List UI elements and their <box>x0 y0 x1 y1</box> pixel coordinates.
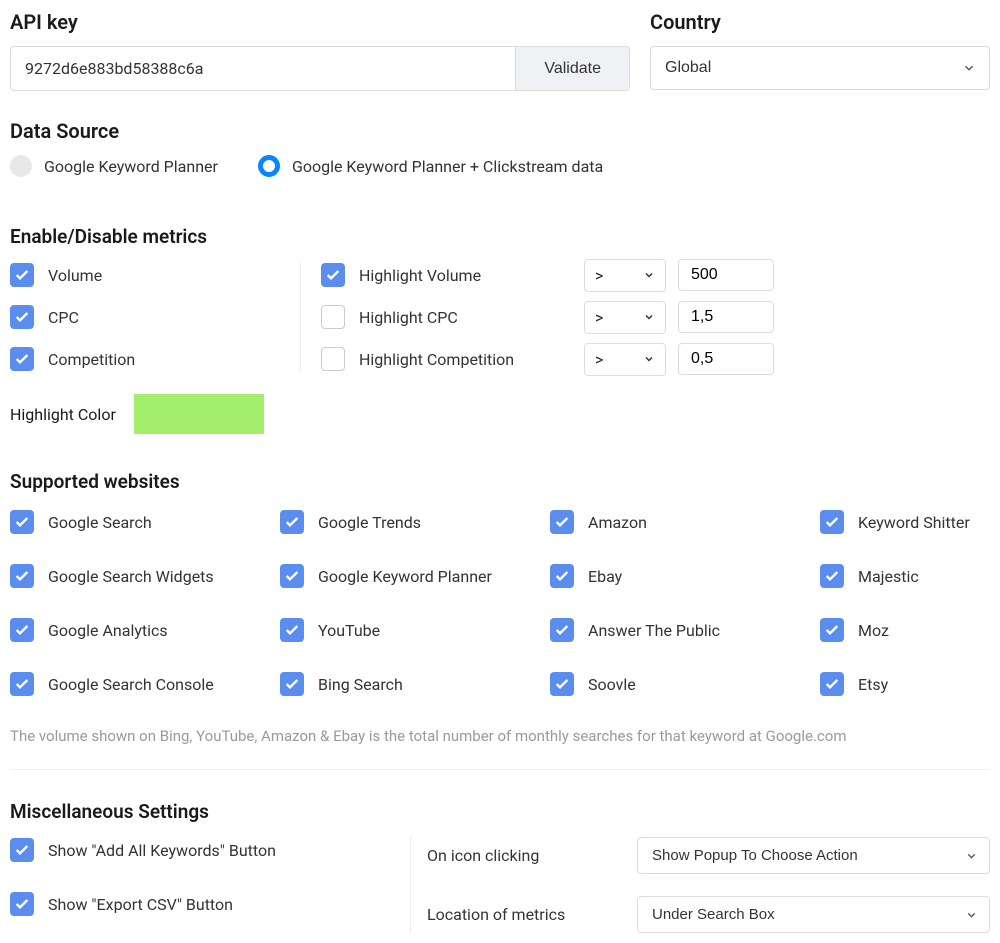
website-item: Google Keyword Planner <box>280 563 550 589</box>
data-source-label: Data Source <box>10 119 990 143</box>
checkbox-competition[interactable] <box>10 347 34 371</box>
radio-gkp-clickstream-label: Google Keyword Planner + Clickstream dat… <box>292 157 603 176</box>
website-label: Google Search Console <box>48 675 214 694</box>
website-item: Keyword Shitter <box>820 509 990 535</box>
websites-note: The volume shown on Bing, YouTube, Amazo… <box>10 727 990 745</box>
website-item: Bing Search <box>280 671 550 697</box>
radio-gkp-label: Google Keyword Planner <box>44 157 218 176</box>
misc-settings-label: Miscellaneous Settings <box>10 800 990 823</box>
checkbox-website[interactable] <box>820 510 844 534</box>
op-select-cpc[interactable]: > <box>584 301 666 334</box>
highlight-color-label: Highlight Color <box>10 405 116 424</box>
website-label: Keyword Shitter <box>858 513 970 532</box>
website-item: Google Search <box>10 509 280 535</box>
website-item: Google Search Widgets <box>10 563 280 589</box>
website-label: Google Analytics <box>48 621 168 640</box>
checkbox-competition-label: Competition <box>48 350 135 369</box>
highlight-color-swatch[interactable] <box>134 394 264 434</box>
checkbox-volume-label: Volume <box>48 266 102 285</box>
api-key-label: API key <box>10 10 630 34</box>
supported-websites-label: Supported websites <box>10 470 990 493</box>
checkbox-website[interactable] <box>820 672 844 696</box>
checkbox-add-all-keywords[interactable] <box>10 838 34 862</box>
website-item: Google Trends <box>280 509 550 535</box>
checkbox-cpc[interactable] <box>10 305 34 329</box>
op-select-competition[interactable]: > <box>584 343 666 376</box>
checkbox-website[interactable] <box>280 564 304 588</box>
divider <box>10 769 990 770</box>
checkbox-highlight-competition[interactable] <box>321 347 345 371</box>
validate-button[interactable]: Validate <box>516 46 630 91</box>
website-item: Etsy <box>820 671 990 697</box>
website-label: Moz <box>858 621 889 640</box>
website-item: Moz <box>820 617 990 643</box>
checkbox-website[interactable] <box>550 618 574 642</box>
website-label: Bing Search <box>318 675 403 694</box>
website-item: Answer The Public <box>550 617 820 643</box>
website-item: Amazon <box>550 509 820 535</box>
checkbox-website[interactable] <box>820 564 844 588</box>
checkbox-website[interactable] <box>10 618 34 642</box>
checkbox-website[interactable] <box>280 510 304 534</box>
on-icon-clicking-label: On icon clicking <box>427 846 617 865</box>
radio-gkp[interactable] <box>10 155 32 177</box>
export-csv-label: Show "Export CSV" Button <box>48 895 233 914</box>
on-icon-clicking-select[interactable]: Show Popup To Choose Action <box>637 837 990 874</box>
add-all-keywords-label: Show "Add All Keywords" Button <box>48 841 276 860</box>
location-of-metrics-label: Location of metrics <box>427 905 617 924</box>
website-label: Ebay <box>588 567 622 586</box>
checkbox-website[interactable] <box>550 510 574 534</box>
website-label: YouTube <box>318 621 380 640</box>
checkbox-highlight-cpc[interactable] <box>321 305 345 329</box>
op-select-volume[interactable]: > <box>584 259 666 292</box>
chevron-down-icon <box>643 308 655 327</box>
website-label: Etsy <box>858 675 888 694</box>
radio-gkp-clickstream[interactable] <box>258 155 280 177</box>
highlight-volume-label: Highlight Volume <box>359 266 481 285</box>
checkbox-website[interactable] <box>820 618 844 642</box>
website-label: Majestic <box>858 567 919 586</box>
website-label: Soovle <box>588 675 636 694</box>
website-item: Google Search Console <box>10 671 280 697</box>
website-item: Soovle <box>550 671 820 697</box>
country-label: Country <box>650 10 990 34</box>
highlight-cpc-label: Highlight CPC <box>359 308 458 327</box>
checkbox-highlight-volume[interactable] <box>321 263 345 287</box>
website-item: Majestic <box>820 563 990 589</box>
metrics-label: Enable/Disable metrics <box>10 225 990 248</box>
checkbox-website[interactable] <box>10 672 34 696</box>
website-label: Google Trends <box>318 513 421 532</box>
website-item: YouTube <box>280 617 550 643</box>
checkbox-website[interactable] <box>10 510 34 534</box>
chevron-down-icon <box>643 350 655 369</box>
website-label: Amazon <box>588 513 647 532</box>
threshold-cpc-input[interactable] <box>678 301 774 333</box>
website-item: Ebay <box>550 563 820 589</box>
website-label: Google Search Widgets <box>48 567 214 586</box>
website-label: Answer The Public <box>588 621 720 640</box>
threshold-volume-input[interactable] <box>678 259 774 291</box>
highlight-competition-label: Highlight Competition <box>359 350 514 369</box>
country-select[interactable]: Global <box>650 46 990 90</box>
checkbox-website[interactable] <box>550 672 574 696</box>
checkbox-website[interactable] <box>550 564 574 588</box>
website-label: Google Search <box>48 513 152 532</box>
checkbox-volume[interactable] <box>10 263 34 287</box>
api-key-input[interactable] <box>10 46 516 91</box>
chevron-down-icon <box>643 266 655 285</box>
website-label: Google Keyword Planner <box>318 567 492 586</box>
checkbox-cpc-label: CPC <box>48 308 79 327</box>
checkbox-website[interactable] <box>10 564 34 588</box>
checkbox-website[interactable] <box>280 618 304 642</box>
location-of-metrics-select[interactable]: Under Search Box <box>637 896 990 933</box>
threshold-competition-input[interactable] <box>678 343 774 375</box>
website-item: Google Analytics <box>10 617 280 643</box>
checkbox-website[interactable] <box>280 672 304 696</box>
checkbox-export-csv[interactable] <box>10 892 34 916</box>
